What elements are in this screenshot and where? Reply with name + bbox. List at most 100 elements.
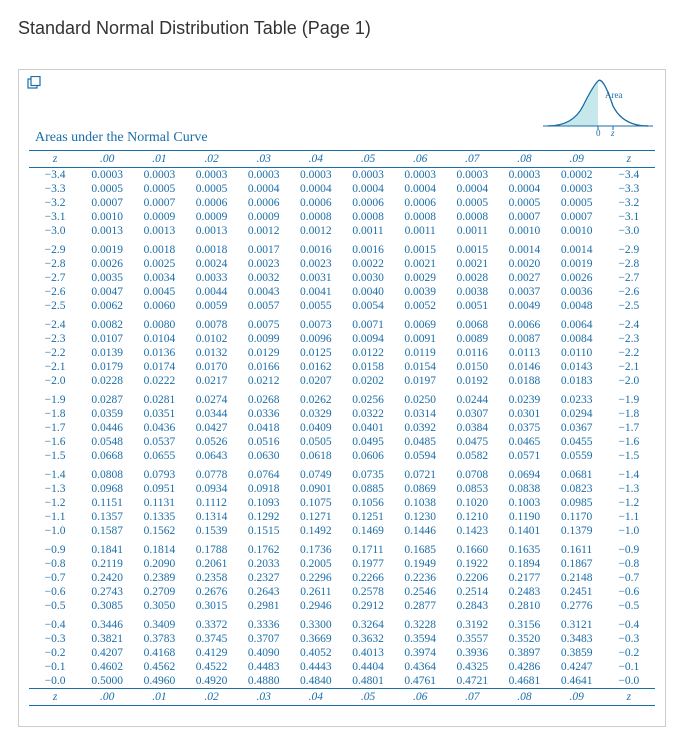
z-cell: 0.0655 <box>133 449 185 468</box>
minimize-icon[interactable]: — <box>664 0 680 2</box>
z-cell: 0.4247 <box>551 660 603 674</box>
z-cell: 0.0011 <box>394 224 446 243</box>
z-cell: 0.0007 <box>551 210 603 224</box>
z-row-label-right: −1.8 <box>603 407 655 421</box>
z-cell: 0.4641 <box>551 674 603 689</box>
popout-icon[interactable] <box>27 76 41 93</box>
z-cell: 0.0968 <box>81 482 133 496</box>
z-row-label-right: −0.5 <box>603 599 655 618</box>
z-cell: 0.1977 <box>342 557 394 571</box>
z-row-label: −2.8 <box>29 257 81 271</box>
z-cell: 0.0040 <box>342 285 394 299</box>
z-cell: 0.0110 <box>551 346 603 360</box>
z-cell: 0.1922 <box>446 557 498 571</box>
z-cell: 0.0003 <box>290 168 342 183</box>
z-cell: 0.0401 <box>342 421 394 435</box>
z-cell: 0.0008 <box>446 210 498 224</box>
z-cell: 0.0019 <box>81 243 133 257</box>
z-cell: 0.0015 <box>394 243 446 257</box>
z-cell: 0.0010 <box>498 224 550 243</box>
z-cell: 0.2483 <box>498 585 550 599</box>
z-cell: 0.2119 <box>81 557 133 571</box>
z-cell: 0.0004 <box>394 182 446 196</box>
z-cell: 0.1611 <box>551 543 603 557</box>
footer-col: .05 <box>342 689 394 706</box>
z-row-label: −2.7 <box>29 271 81 285</box>
z-cell: 0.4801 <box>342 674 394 689</box>
z-cell: 0.0019 <box>551 257 603 271</box>
z-cell: 0.2709 <box>133 585 185 599</box>
z-cell: 0.0080 <box>133 318 185 332</box>
z-cell: 0.3228 <box>394 618 446 632</box>
z-row-label: −1.9 <box>29 393 81 407</box>
z-cell: 0.0096 <box>290 332 342 346</box>
z-cell: 0.0016 <box>290 243 342 257</box>
z-row-label: −2.5 <box>29 299 81 318</box>
z-cell: 0.0014 <box>551 243 603 257</box>
z-cell: 0.0102 <box>185 332 237 346</box>
z-cell: 0.0951 <box>133 482 185 496</box>
z-cell: 0.0014 <box>498 243 550 257</box>
z-cell: 0.0485 <box>394 435 446 449</box>
z-row-label-right: −3.3 <box>603 182 655 196</box>
table-row: −2.70.00350.00340.00330.00320.00310.0030… <box>29 271 655 285</box>
z-cell: 0.0136 <box>133 346 185 360</box>
z-cell: 0.2810 <box>498 599 550 618</box>
z-cell: 0.3557 <box>446 632 498 646</box>
z-cell: 0.0418 <box>238 421 290 435</box>
table-row: −1.40.08080.07930.07780.07640.07490.0735… <box>29 468 655 482</box>
z-cell: 0.0735 <box>342 468 394 482</box>
z-cell: 0.2358 <box>185 571 237 585</box>
table-row: −1.20.11510.11310.11120.10930.10750.1056… <box>29 496 655 510</box>
z-cell: 0.0062 <box>81 299 133 318</box>
z-cell: 0.0010 <box>551 224 603 243</box>
z-row-label: −1.1 <box>29 510 81 524</box>
z-cell: 0.0212 <box>238 374 290 393</box>
z-row-label: −3.4 <box>29 168 81 183</box>
z-cell: 0.0011 <box>342 224 394 243</box>
z-cell: 0.0274 <box>185 393 237 407</box>
z-cell: 0.3156 <box>498 618 550 632</box>
z-cell: 0.0582 <box>446 449 498 468</box>
z-row-label: −1.6 <box>29 435 81 449</box>
z-table: z .00 .01 .02 .03 .04 .05 .06 .07 .08 .0… <box>29 150 655 706</box>
z-row-label-right: −3.0 <box>603 224 655 243</box>
z-cell: 0.0455 <box>551 435 603 449</box>
z-cell: 0.4920 <box>185 674 237 689</box>
z-row-label: −1.2 <box>29 496 81 510</box>
table-row: −0.50.30850.30500.30150.29810.29460.2912… <box>29 599 655 618</box>
z-row-label-right: −0.7 <box>603 571 655 585</box>
table-row: −2.50.00620.00600.00590.00570.00550.0054… <box>29 299 655 318</box>
z-cell: 0.4562 <box>133 660 185 674</box>
table-row: −2.40.00820.00800.00780.00750.00730.0071… <box>29 318 655 332</box>
z-cell: 0.0006 <box>394 196 446 210</box>
z-cell: 0.0036 <box>551 285 603 299</box>
z-cell: 0.0322 <box>342 407 394 421</box>
z-cell: 0.0028 <box>446 271 498 285</box>
z-cell: 0.0004 <box>342 182 394 196</box>
z-cell: 0.2266 <box>342 571 394 585</box>
z-row-label-right: −3.4 <box>603 168 655 183</box>
z-cell: 0.4483 <box>238 660 290 674</box>
z-cell: 0.4168 <box>133 646 185 660</box>
z-cell: 0.0047 <box>81 285 133 299</box>
z-cell: 0.0005 <box>446 196 498 210</box>
z-cell: 0.0041 <box>290 285 342 299</box>
z-cell: 0.0015 <box>446 243 498 257</box>
z-cell: 0.2389 <box>133 571 185 585</box>
z-cell: 0.3483 <box>551 632 603 646</box>
z-row-label-right: −1.2 <box>603 496 655 510</box>
z-row-label: −0.0 <box>29 674 81 689</box>
z-cell: 0.0023 <box>238 257 290 271</box>
z-cell: 0.1867 <box>551 557 603 571</box>
z-cell: 0.0003 <box>498 168 550 183</box>
z-cell: 0.2578 <box>342 585 394 599</box>
z-row-label-right: −2.5 <box>603 299 655 318</box>
z-cell: 0.0384 <box>446 421 498 435</box>
z-cell: 0.0005 <box>133 182 185 196</box>
z-cell: 0.0099 <box>238 332 290 346</box>
z-cell: 0.4052 <box>290 646 342 660</box>
z-cell: 0.0009 <box>238 210 290 224</box>
z-cell: 0.3520 <box>498 632 550 646</box>
z-cell: 0.0094 <box>342 332 394 346</box>
